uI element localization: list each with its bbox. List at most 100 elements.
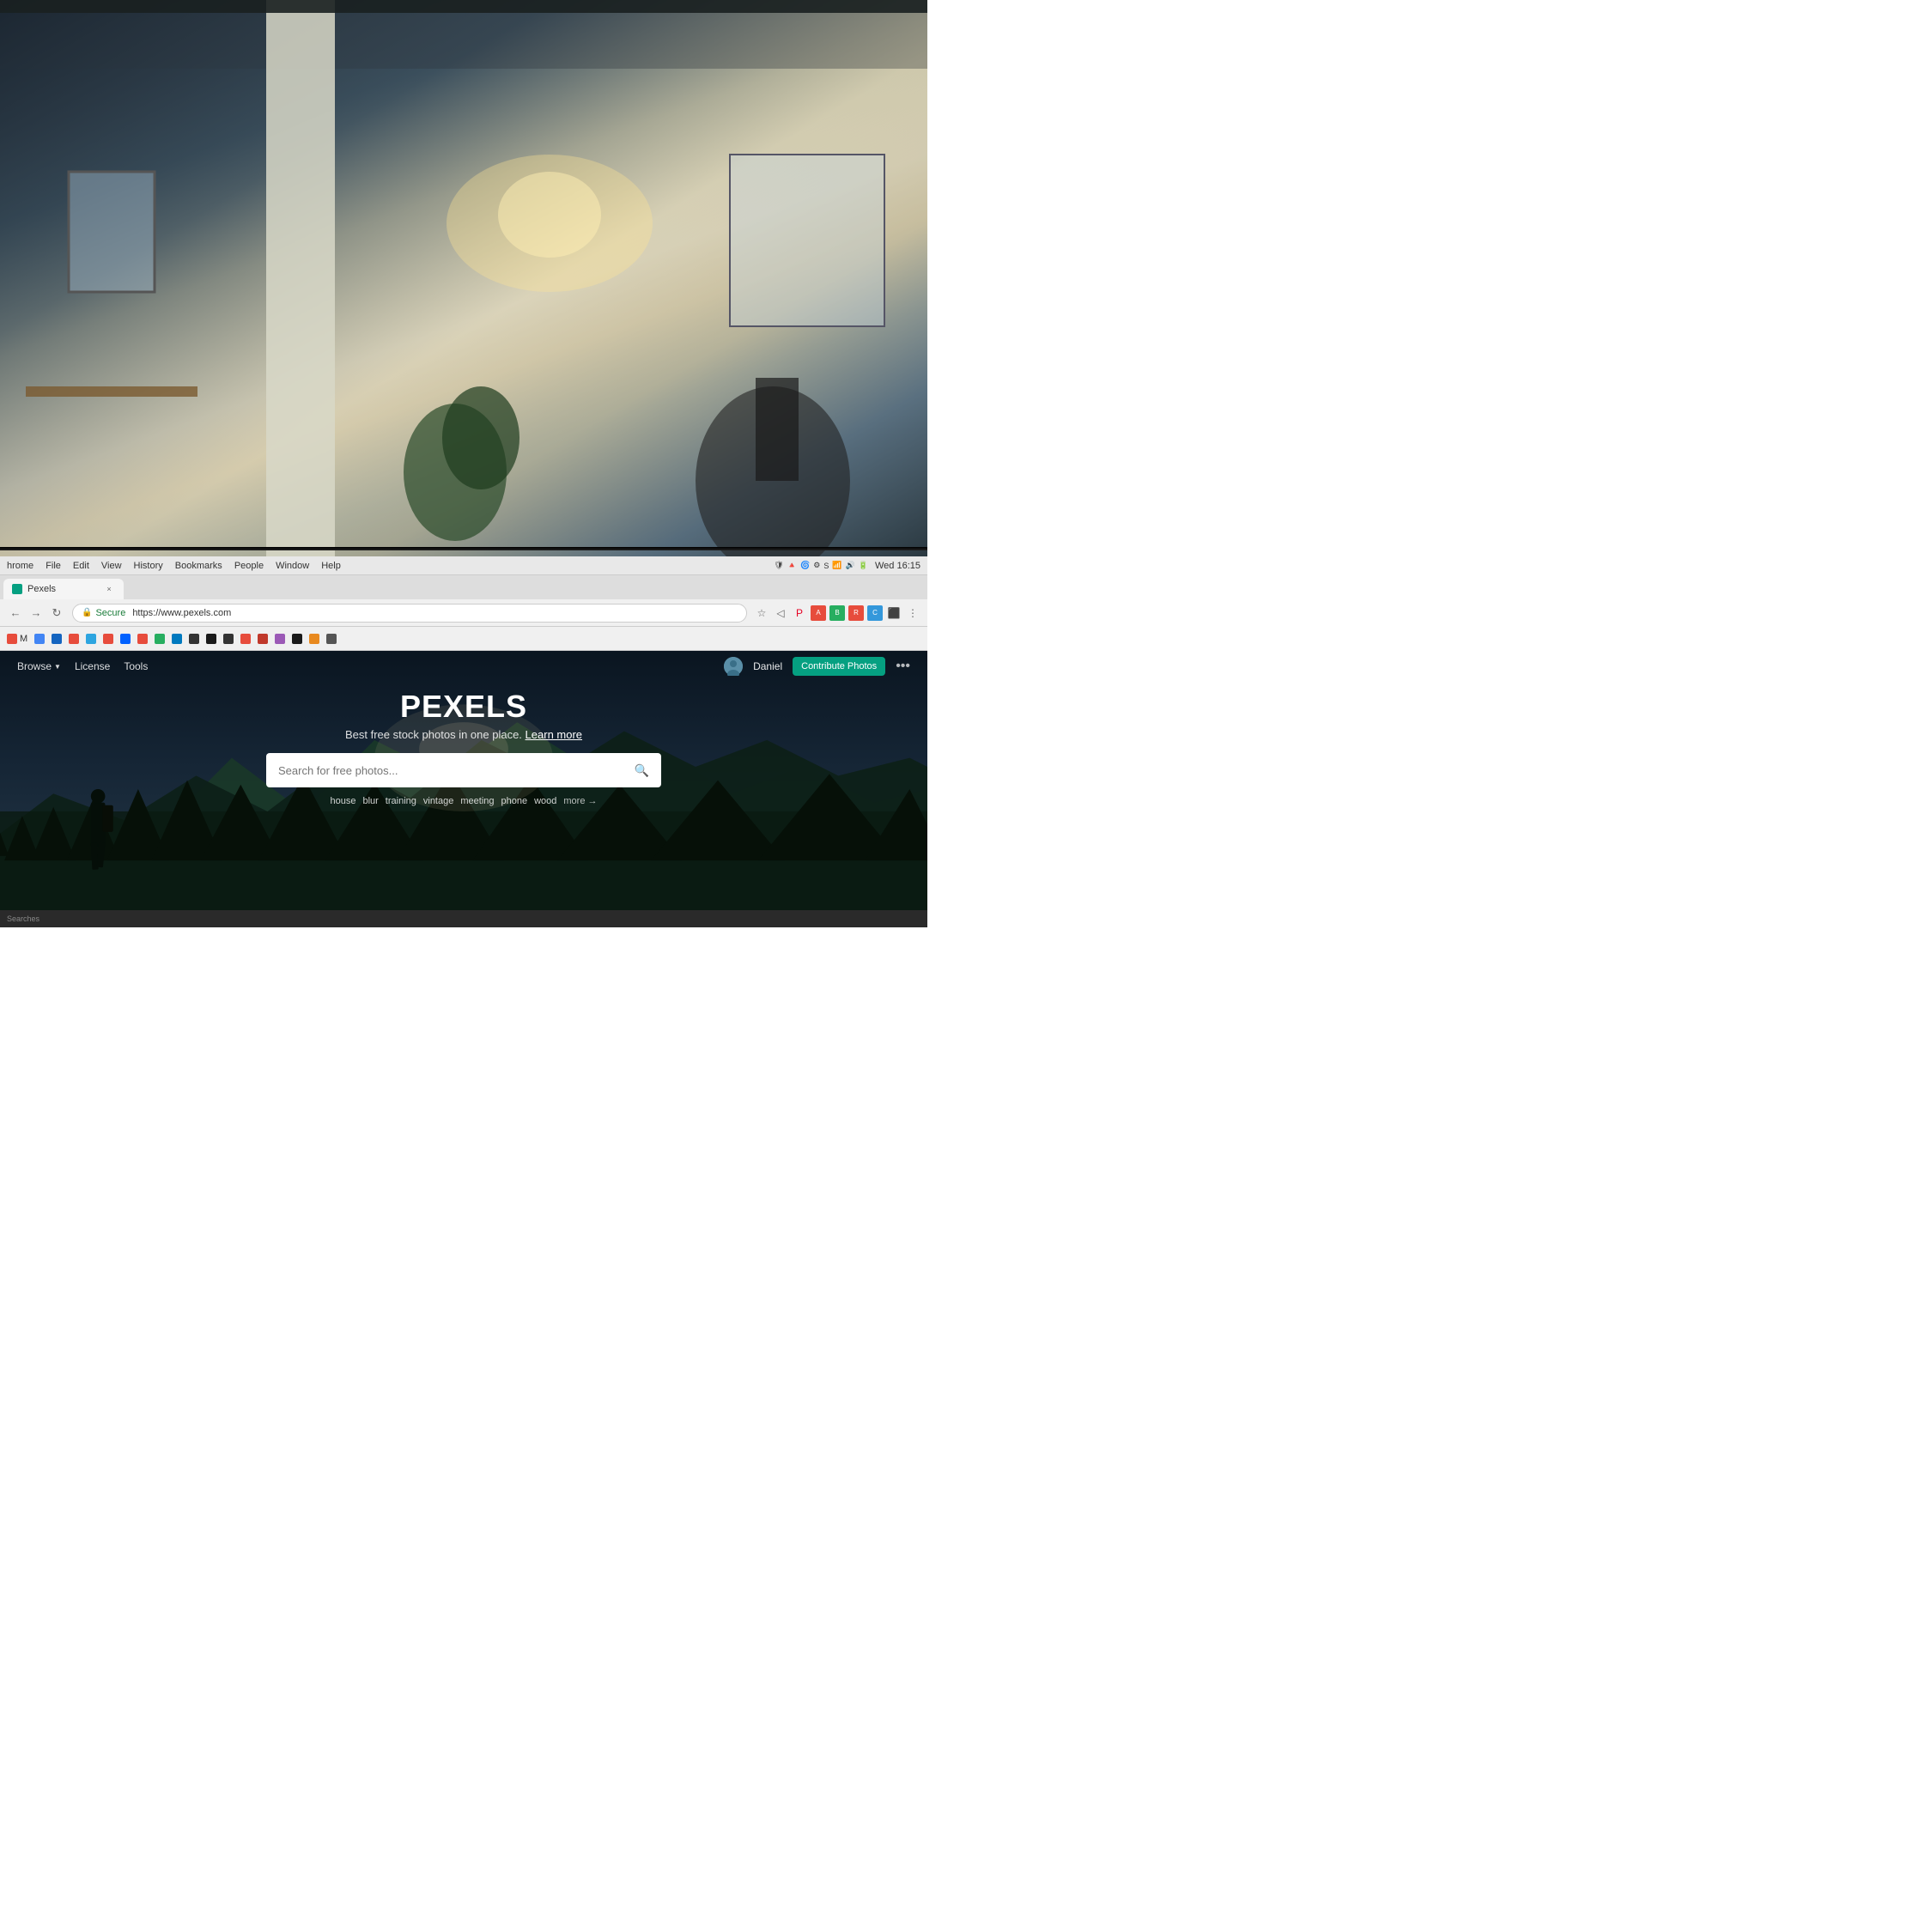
bookmark-bar: M bbox=[0, 627, 927, 651]
bookmark-favicon-google bbox=[34, 634, 45, 644]
learn-more-link[interactable]: Learn more bbox=[526, 728, 582, 741]
ext-icon-5[interactable]: ⬛ bbox=[886, 605, 902, 621]
bookmark-favicon-adobe2 bbox=[258, 634, 268, 644]
nav-browse[interactable]: Browse ▼ bbox=[17, 660, 61, 672]
secure-icon: 🔒 bbox=[82, 608, 92, 617]
bookmark-favicon-gmail bbox=[7, 634, 17, 644]
bookmark-favicon-sheets bbox=[155, 634, 165, 644]
menu-item-history[interactable]: History bbox=[134, 561, 163, 571]
status-label: Searches bbox=[7, 914, 39, 923]
bookmark-item-youtube[interactable] bbox=[137, 634, 148, 644]
bookmark-item-medium3[interactable] bbox=[223, 634, 234, 644]
suggestion-house[interactable]: house bbox=[330, 796, 355, 806]
nav-browse-arrow: ▼ bbox=[54, 663, 61, 671]
bookmark-favicon-medium2 bbox=[206, 634, 216, 644]
suggestion-blur[interactable]: blur bbox=[362, 796, 378, 806]
suggestion-vintage[interactable]: vintage bbox=[423, 796, 453, 806]
bookmark-favicon-medium3 bbox=[223, 634, 234, 644]
bookmark-favicon-acrobat bbox=[103, 634, 113, 644]
bookmark-item-m1[interactable] bbox=[292, 634, 302, 644]
menu-bar-right: 🛡🔺🌀⚙S 📶🔊🔋 Wed 16:15 bbox=[774, 561, 920, 571]
bookmark-item-dropbox[interactable] bbox=[120, 634, 131, 644]
menu-item-window[interactable]: Window bbox=[276, 561, 309, 571]
tab-favicon bbox=[12, 584, 22, 594]
bookmark-item-todoist[interactable] bbox=[69, 634, 79, 644]
nav-tools-label: Tools bbox=[124, 660, 148, 672]
menu-item-view[interactable]: View bbox=[101, 561, 122, 571]
pinterest-icon[interactable]: P bbox=[792, 605, 807, 621]
menu-bar-app: hrome bbox=[7, 561, 33, 571]
suggestion-meeting[interactable]: meeting bbox=[460, 796, 494, 806]
menu-item-people[interactable]: People bbox=[234, 561, 264, 571]
bookmark-item-trello[interactable] bbox=[172, 634, 182, 644]
hero-section: PEXELS Best free stock photos in one pla… bbox=[0, 682, 927, 806]
nav-license[interactable]: License bbox=[75, 660, 110, 672]
bookmark-favicon-youtube bbox=[137, 634, 148, 644]
bookmark-item-analytics[interactable] bbox=[309, 634, 319, 644]
bookmark-favicon-trello bbox=[172, 634, 182, 644]
bookmark-item-calendar[interactable] bbox=[52, 634, 62, 644]
nav-tools[interactable]: Tools bbox=[124, 660, 148, 672]
bookmark-item-medium[interactable] bbox=[189, 634, 199, 644]
system-icons: 🛡🔺🌀⚙S 📶🔊🔋 bbox=[774, 561, 868, 570]
browser-tab-pexels[interactable]: Pexels × bbox=[3, 579, 124, 599]
tab-close-button[interactable]: × bbox=[103, 583, 115, 595]
nav-right: Daniel Contribute Photos ••• bbox=[724, 657, 910, 676]
bookmark-star-icon[interactable]: ☆ bbox=[754, 605, 769, 621]
bookmark-item-acrobat[interactable] bbox=[103, 634, 113, 644]
suggestion-wood[interactable]: wood bbox=[534, 796, 556, 806]
bookmark-item-medium2[interactable] bbox=[206, 634, 216, 644]
search-suggestions: house blur training vintage meeting phon… bbox=[330, 796, 597, 806]
forward-button[interactable]: → bbox=[27, 605, 45, 622]
tab-title: Pexels bbox=[27, 584, 56, 594]
nav-browse-label: Browse bbox=[17, 660, 52, 672]
suggestion-more[interactable]: more → bbox=[563, 796, 597, 806]
bookmark-item-last[interactable] bbox=[326, 634, 337, 644]
suggestion-training[interactable]: training bbox=[386, 796, 416, 806]
ext-icon-4[interactable]: C bbox=[867, 605, 883, 621]
url-text: https://www.pexels.com bbox=[132, 608, 231, 618]
bookmark-item-gmail[interactable]: M bbox=[7, 634, 27, 644]
bookmark-label-gmail: M bbox=[20, 634, 27, 644]
bookmark-item-adobe2[interactable] bbox=[258, 634, 268, 644]
search-input[interactable] bbox=[278, 764, 628, 777]
bookmark-item-sheets[interactable] bbox=[155, 634, 165, 644]
ext-icon-2[interactable]: B bbox=[829, 605, 845, 621]
bookmark-item-telegram[interactable] bbox=[86, 634, 96, 644]
menu-item-help[interactable]: Help bbox=[321, 561, 341, 571]
bookmark-favicon-last bbox=[326, 634, 337, 644]
reload-button[interactable]: ↻ bbox=[48, 605, 65, 622]
user-name-label: Daniel bbox=[753, 660, 782, 672]
menu-bar: hrome File Edit View History Bookmarks P… bbox=[0, 556, 927, 575]
website-content: Browse ▼ License Tools D bbox=[0, 651, 927, 927]
suggestion-phone[interactable]: phone bbox=[501, 796, 528, 806]
search-container: 🔍 bbox=[266, 753, 661, 787]
secure-label: Secure bbox=[95, 608, 125, 618]
user-avatar bbox=[724, 657, 743, 676]
contribute-photos-button[interactable]: Contribute Photos bbox=[793, 657, 885, 676]
search-icon: 🔍 bbox=[635, 763, 649, 778]
url-bar[interactable]: 🔒 Secure https://www.pexels.com bbox=[72, 604, 747, 623]
bookmark-favicon-telegram bbox=[86, 634, 96, 644]
status-bar: Searches bbox=[0, 910, 927, 927]
menu-item-edit[interactable]: Edit bbox=[73, 561, 89, 571]
menu-item-file[interactable]: File bbox=[46, 561, 61, 571]
address-bar: ← → ↻ 🔒 Secure https://www.pexels.com ☆ … bbox=[0, 599, 927, 627]
bookmark-item-google[interactable] bbox=[34, 634, 45, 644]
bookmark-favicon-dropbox bbox=[120, 634, 131, 644]
bookmark-favicon-todoist bbox=[69, 634, 79, 644]
ext-icon-1[interactable]: A bbox=[811, 605, 826, 621]
menu-item-bookmarks[interactable]: Bookmarks bbox=[175, 561, 222, 571]
bookmark-favicon-analytics bbox=[309, 634, 319, 644]
nav-left: Browse ▼ License Tools bbox=[17, 660, 148, 672]
address-bar-icons: ☆ ◁ P A B R C ⬛ ⋮ bbox=[754, 605, 920, 621]
more-options-button[interactable]: ••• bbox=[896, 659, 910, 674]
bookmark-item-adobe[interactable] bbox=[240, 634, 251, 644]
tab-bar: Pexels × bbox=[0, 575, 927, 599]
ext-icon-3[interactable]: R bbox=[848, 605, 864, 621]
more-ext-icon[interactable]: ⋮ bbox=[905, 605, 920, 621]
bookmark-item-font[interactable] bbox=[275, 634, 285, 644]
shield-icon[interactable]: ◁ bbox=[773, 605, 788, 621]
nav-bar: Browse ▼ License Tools D bbox=[0, 651, 927, 682]
back-button[interactable]: ← bbox=[7, 605, 24, 622]
